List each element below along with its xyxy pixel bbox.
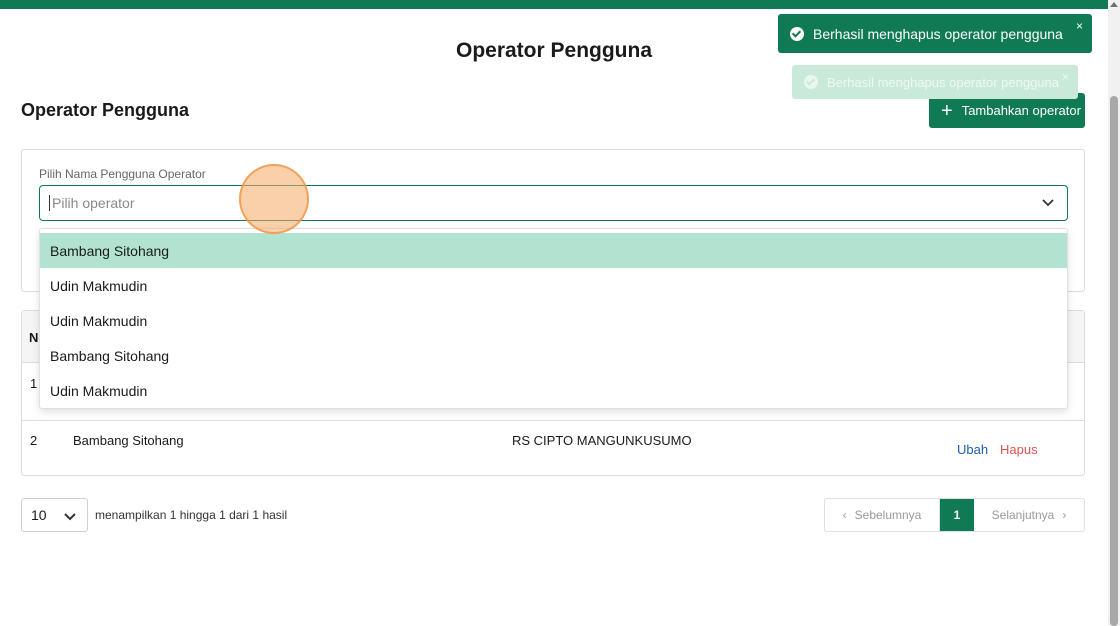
operator-select[interactable]: Pilih operator <box>39 185 1068 221</box>
previous-label: Sebelumnya <box>854 508 922 522</box>
previous-page-button[interactable]: ‹ Sebelumnya <box>825 499 940 531</box>
close-icon[interactable]: × <box>1076 19 1083 33</box>
success-toast: Berhasil menghapus operator pengguna × <box>778 14 1092 53</box>
next-page-button[interactable]: Selanjutnya › <box>974 499 1084 531</box>
dropdown-option[interactable]: Udin Makmudin <box>40 373 1067 408</box>
toast-message: Berhasil menghapus operator pengguna <box>813 25 1063 42</box>
row-number: 2 <box>30 433 38 448</box>
next-label: Selanjutnya <box>991 508 1055 522</box>
table-row: 2 Bambang Sitohang RS CIPTO MANGUNKUSUMO… <box>22 421 1084 477</box>
pagination: ‹ Sebelumnya 1 Selanjutnya › <box>824 498 1085 532</box>
chevron-down-icon[interactable] <box>1041 195 1055 209</box>
operator-select-placeholder: Pilih operator <box>52 195 135 211</box>
dropdown-option[interactable]: Bambang Sitohang <box>40 338 1067 373</box>
edit-link[interactable]: Ubah <box>957 442 988 457</box>
dropdown-option[interactable]: Udin Makmudin <box>40 268 1067 303</box>
add-operator-label: Tambahkan operator <box>961 103 1081 118</box>
page-size-value: 10 <box>31 507 47 523</box>
click-indicator <box>239 164 309 234</box>
scroll-up-arrow-icon[interactable] <box>1110 2 1118 7</box>
success-toast-fading: Berhasil menghapus operator pengguna × <box>792 65 1078 99</box>
top-accent-bar <box>0 0 1108 9</box>
check-circle-icon <box>790 26 804 41</box>
text-cursor <box>49 195 50 211</box>
dropdown-option[interactable]: Bambang Sitohang <box>40 233 1067 268</box>
page-size-select[interactable]: 10 <box>21 498 88 532</box>
chevron-right-icon: › <box>1062 508 1067 522</box>
chevron-left-icon: ‹ <box>842 508 847 522</box>
row-hospital: RS CIPTO MANGUNKUSUMO <box>512 433 692 448</box>
toast-message: Berhasil menghapus operator pengguna <box>827 74 1060 90</box>
current-page-button[interactable]: 1 <box>940 499 974 531</box>
page-scrollbar[interactable] <box>1108 0 1120 626</box>
section-title: Operator Pengguna <box>21 100 190 120</box>
plus-icon: + <box>941 99 953 122</box>
scrollbar-thumb[interactable] <box>1110 96 1118 626</box>
delete-link[interactable]: Hapus <box>1000 442 1038 457</box>
row-name: Bambang Sitohang <box>73 433 184 448</box>
operator-dropdown-menu: Bambang Sitohang Udin Makmudin Udin Makm… <box>39 228 1068 409</box>
pagination-info: menampilkan 1 hingga 1 dari 1 hasil <box>95 508 288 522</box>
operator-select-label: Pilih Nama Pengguna Operator <box>39 167 206 181</box>
close-icon[interactable]: × <box>1062 70 1069 84</box>
row-number: 1 <box>30 376 38 391</box>
check-circle-icon <box>804 75 818 89</box>
dropdown-option[interactable]: Udin Makmudin <box>40 303 1067 338</box>
chevron-down-icon <box>64 513 76 521</box>
